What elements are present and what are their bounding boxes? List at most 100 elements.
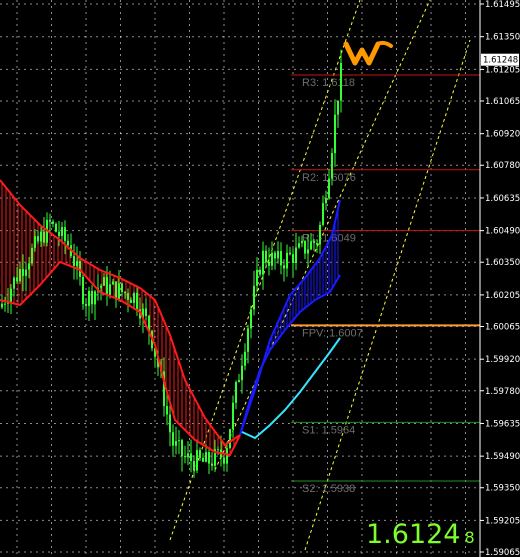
price-tick-label: 1.61495 <box>485 0 520 10</box>
candle-body <box>250 309 252 329</box>
candle-body <box>88 290 90 306</box>
candle-body <box>109 284 111 295</box>
candle-body <box>43 231 45 243</box>
candle-body <box>232 402 234 430</box>
candle-body <box>301 240 303 244</box>
current-price-tag: 1.61248 <box>483 56 518 66</box>
candle-body <box>223 457 225 464</box>
candle-body <box>319 224 321 245</box>
current-price-main: 1.6124 <box>366 519 461 550</box>
candlesticks <box>1 49 342 478</box>
price-tick-label: 1.60635 <box>485 194 520 204</box>
candle-body <box>124 291 126 294</box>
candle-body <box>208 452 210 464</box>
candle-body <box>73 255 75 267</box>
candle-body <box>118 283 120 300</box>
candle-body <box>25 269 27 276</box>
candle-body <box>298 243 300 248</box>
candle-body <box>274 252 276 259</box>
candle-body <box>205 452 207 462</box>
price-tick-label: 1.61350 <box>485 33 520 43</box>
candle-body <box>130 299 132 303</box>
candle-body <box>55 223 57 232</box>
price-axis: 1.61495 1.61350 1.61205 1.61065 1.60920 1.607… <box>479 0 520 557</box>
candle-body <box>76 261 78 267</box>
candle-body <box>85 304 87 306</box>
candle-body <box>145 308 147 316</box>
candle-body <box>19 269 21 282</box>
candle-body <box>283 265 285 269</box>
candle-body <box>322 203 324 225</box>
candle-body <box>337 100 339 115</box>
candle-body <box>49 219 51 222</box>
level-label-pivot: FPV: 1.6007 <box>302 327 363 339</box>
candle-body <box>229 429 231 449</box>
candle-body <box>253 285 255 310</box>
candle-body <box>166 406 168 415</box>
candle-body <box>52 221 54 224</box>
candle-body <box>28 263 30 270</box>
candle-body <box>4 303 6 305</box>
candle-body <box>190 453 192 462</box>
price-tick-label: 1.60920 <box>485 130 520 140</box>
candle-body <box>238 380 240 383</box>
price-tick-label: 1.60780 <box>485 161 520 171</box>
candle-body <box>340 62 342 101</box>
candle-body <box>16 277 18 282</box>
candle-body <box>268 262 270 266</box>
price-tick-label: 1.60065 <box>485 322 520 332</box>
price-tick-label: 1.60490 <box>485 227 520 237</box>
candle-body <box>1 303 3 308</box>
candle-body <box>331 153 333 179</box>
candle-body <box>277 251 279 259</box>
candle-body <box>133 292 135 303</box>
price-tick-label: 1.59635 <box>485 419 520 429</box>
price-chart[interactable]: R3: 1.6118R2: 1.6076R1: 1.6049FPV: 1.600… <box>0 0 520 557</box>
price-tick-label: 1.61065 <box>485 97 520 107</box>
candle-body <box>13 277 15 289</box>
candle-body <box>121 283 123 292</box>
candle-body <box>265 250 267 263</box>
candle-body <box>169 414 171 433</box>
price-tick-label: 1.59350 <box>485 484 520 494</box>
candle-body <box>112 281 114 285</box>
candle-body <box>202 457 204 462</box>
level-label-support: S2: 1.5938 <box>302 483 355 495</box>
candle-body <box>247 328 249 352</box>
candle-body <box>334 114 336 154</box>
price-tick-label: 1.59920 <box>485 355 520 365</box>
orange-w-logo-icon <box>343 40 393 66</box>
price-tick-label: 1.59065 <box>485 548 520 557</box>
price-tick-label: 1.59490 <box>485 452 520 462</box>
level-label-support: S1: 1.5964 <box>302 424 355 436</box>
candle-body <box>256 269 258 286</box>
candle-body <box>82 276 84 305</box>
price-tick-label: 1.60350 <box>485 258 520 268</box>
pivot-level-lines: R3: 1.6118R2: 1.6076R1: 1.6049FPV: 1.600… <box>291 74 480 495</box>
candle-body <box>37 236 39 242</box>
candle-body <box>127 293 129 300</box>
current-price-sub: 8 <box>464 528 475 547</box>
candle-body <box>316 243 318 245</box>
candle-body <box>175 441 177 446</box>
candle-body <box>181 440 183 457</box>
price-tick-label: 1.59205 <box>485 516 520 526</box>
candle-body <box>244 351 246 366</box>
candle-body <box>289 252 291 255</box>
candle-body <box>22 269 24 276</box>
candle-body <box>304 240 306 254</box>
candle-body <box>106 277 108 295</box>
candle-body <box>184 456 186 458</box>
candle-body <box>307 249 309 254</box>
candle-body <box>280 251 282 266</box>
candle-body <box>103 277 105 286</box>
candle-body <box>40 231 42 242</box>
candle-body <box>325 198 327 204</box>
candle-body <box>286 252 288 269</box>
candle-body <box>61 227 63 237</box>
candle-body <box>196 450 198 471</box>
candle-body <box>136 292 138 310</box>
candle-body <box>235 382 237 403</box>
candle-body <box>262 250 264 275</box>
candle-body <box>94 291 96 305</box>
